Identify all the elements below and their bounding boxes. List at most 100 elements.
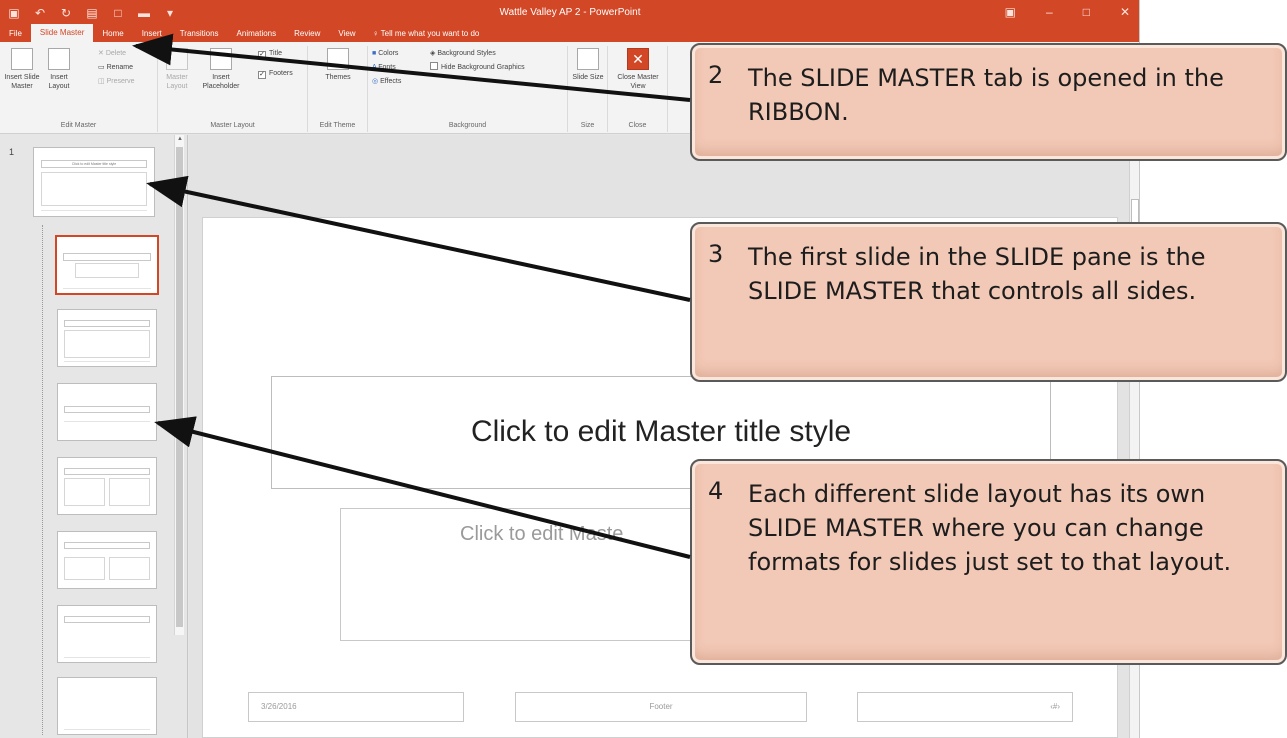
- scroll-up-icon[interactable]: ▲: [177, 136, 183, 142]
- layout-thumbnail-two-content[interactable]: [57, 457, 157, 515]
- delete-button[interactable]: ✕ Delete: [98, 48, 126, 60]
- group-size: Slide Size Size: [568, 46, 608, 132]
- tab-animations[interactable]: Animations: [228, 26, 286, 42]
- group-label: Edit Theme: [319, 122, 356, 129]
- tab-file[interactable]: File: [0, 26, 31, 42]
- maximize-icon[interactable]: □: [1083, 5, 1090, 19]
- group-label: Size: [580, 122, 595, 129]
- callout-number: 4: [708, 477, 724, 505]
- rename-icon: ▭: [98, 64, 107, 71]
- tab-home[interactable]: Home: [93, 26, 132, 42]
- thumbnail-scrollbar[interactable]: ▲: [174, 135, 184, 635]
- pin-icon: ◫: [98, 78, 107, 85]
- effects-icon: ◎: [372, 78, 381, 85]
- ribbon-tabs: File Slide Master Home Insert Transition…: [0, 24, 487, 42]
- window-title: Wattle Valley AP 2 - PowerPoint: [499, 7, 641, 18]
- thumbnail-body-left: [63, 556, 106, 581]
- thumbnail-footer: [63, 360, 151, 364]
- thumbnail-title: [63, 542, 151, 549]
- close-master-view-button[interactable]: ✕ Close Master View: [614, 48, 662, 91]
- scrollbar-thumb[interactable]: [176, 147, 183, 627]
- thumbnail-body-right: [108, 556, 151, 581]
- rename-button[interactable]: ▭ Rename: [98, 62, 133, 74]
- fonts-button[interactable]: A Fonts: [372, 62, 396, 74]
- insert-placeholder-button[interactable]: Insert Placeholder: [196, 48, 246, 91]
- group-edit-master: Insert Slide Master Insert Layout ✕ Dele…: [0, 46, 158, 132]
- checkbox-checked-icon: ✓: [258, 71, 266, 79]
- slide-thumbnail-pane: 1 Click to edit Master title style ▲: [0, 135, 188, 738]
- close-window-icon[interactable]: ✕: [1120, 5, 1130, 19]
- thumbnail-title: [63, 616, 151, 623]
- page-number-placeholder[interactable]: ‹#›: [857, 692, 1073, 722]
- group-label: Close: [628, 122, 647, 129]
- layout-thumbnail-content[interactable]: [57, 309, 157, 367]
- checkbox-unchecked-icon: [430, 62, 438, 70]
- tab-transitions[interactable]: Transitions: [171, 26, 228, 42]
- insert-slide-master-button[interactable]: Insert Slide Master: [4, 48, 40, 91]
- effects-button[interactable]: ◎ Effects: [372, 76, 401, 88]
- thumbnail-title: [63, 406, 151, 414]
- background-styles-button[interactable]: ◈ Background Styles: [430, 48, 496, 60]
- colors-button[interactable]: ■ Colors: [372, 48, 398, 60]
- slide-size-button[interactable]: Slide Size: [572, 48, 604, 82]
- insert-layout-button[interactable]: Insert Layout: [44, 48, 74, 91]
- group-edit-theme: Themes Edit Theme: [308, 46, 368, 132]
- footers-checkbox[interactable]: ✓ Footers: [258, 68, 293, 80]
- callout-3: 3 The first slide in the SLIDE pane is t…: [690, 222, 1287, 382]
- thumbnail-subtitle: [63, 420, 151, 424]
- thumbnail-title: [63, 320, 151, 327]
- layout-thumbnail-section-header[interactable]: [57, 383, 157, 441]
- themes-button[interactable]: Themes: [320, 48, 356, 82]
- group-label: Edit Master: [60, 122, 97, 129]
- thumbnail-footer: [41, 209, 147, 214]
- tab-slide-master[interactable]: Slide Master: [30, 24, 94, 42]
- minimize-icon[interactable]: –: [1046, 5, 1053, 19]
- callout-number: 2: [708, 61, 724, 89]
- thumbnail-footer: [63, 287, 151, 291]
- thumbnail-body-right: [108, 478, 151, 507]
- layout-icon: [48, 48, 70, 70]
- tell-me-box[interactable]: ♀ Tell me what you want to do: [365, 26, 488, 42]
- close-icon: ✕: [627, 48, 649, 70]
- preserve-button[interactable]: ◫ Preserve: [98, 76, 135, 88]
- checkbox-checked-icon: ✓: [258, 51, 266, 59]
- title-checkbox[interactable]: ✓ Title: [258, 48, 282, 60]
- slide-size-icon: [577, 48, 599, 70]
- thumbnail-title: Click to edit Master title style: [41, 160, 147, 169]
- thumbnail-footer: [63, 656, 151, 660]
- title-placeholder-text: Click to edit Master title style: [470, 415, 852, 448]
- lightbulb-icon: ♀: [372, 29, 379, 38]
- thumbnail-body-left: [63, 478, 106, 507]
- thumbnail-footer: [63, 728, 151, 732]
- slide-master-thumbnail[interactable]: Click to edit Master title style: [33, 147, 155, 217]
- ribbon-display-icon[interactable]: ▣: [1005, 5, 1016, 19]
- title-bar: ▣ ↶ ↻ ▤ □ ▬ ▾ Wattle Valley AP 2 - Power…: [0, 0, 1139, 42]
- tab-view[interactable]: View: [329, 26, 364, 42]
- footer-placeholder[interactable]: Footer: [515, 692, 807, 722]
- layout-connector: [42, 225, 43, 735]
- callout-text: The SLIDE MASTER tab is opened in the RI…: [748, 64, 1224, 126]
- tab-insert[interactable]: Insert: [133, 26, 171, 42]
- layout-thumbnail-title[interactable]: [55, 235, 159, 295]
- slide-number: 1: [9, 147, 15, 157]
- tell-me-text: Tell me what you want to do: [380, 29, 480, 38]
- layout-thumbnail-comparison[interactable]: [57, 531, 157, 589]
- group-label: Background: [448, 122, 487, 129]
- thumbnail-body: [41, 172, 147, 207]
- layout-thumbnail-blank[interactable]: [57, 677, 157, 735]
- placeholder-icon: [210, 48, 232, 70]
- callout-number: 3: [708, 240, 724, 268]
- hide-background-graphics-checkbox[interactable]: Hide Background Graphics: [430, 62, 525, 74]
- thumbnail-body: [75, 262, 139, 279]
- group-master-layout: Master Layout Insert Placeholder ✓ Title …: [158, 46, 308, 132]
- layout-thumbnail-title-only[interactable]: [57, 605, 157, 663]
- slide-master-icon: [11, 48, 33, 70]
- thumbnail-body: [63, 330, 151, 359]
- thumbnail-title: [63, 468, 151, 475]
- date-placeholder[interactable]: 3/26/2016: [248, 692, 464, 722]
- master-layout-button[interactable]: Master Layout: [162, 48, 192, 91]
- callout-4: 4 Each different slide layout has its ow…: [690, 459, 1287, 665]
- themes-icon: [327, 48, 349, 70]
- window-controls: ▣ – □ ✕: [1005, 5, 1130, 19]
- tab-review[interactable]: Review: [285, 26, 329, 42]
